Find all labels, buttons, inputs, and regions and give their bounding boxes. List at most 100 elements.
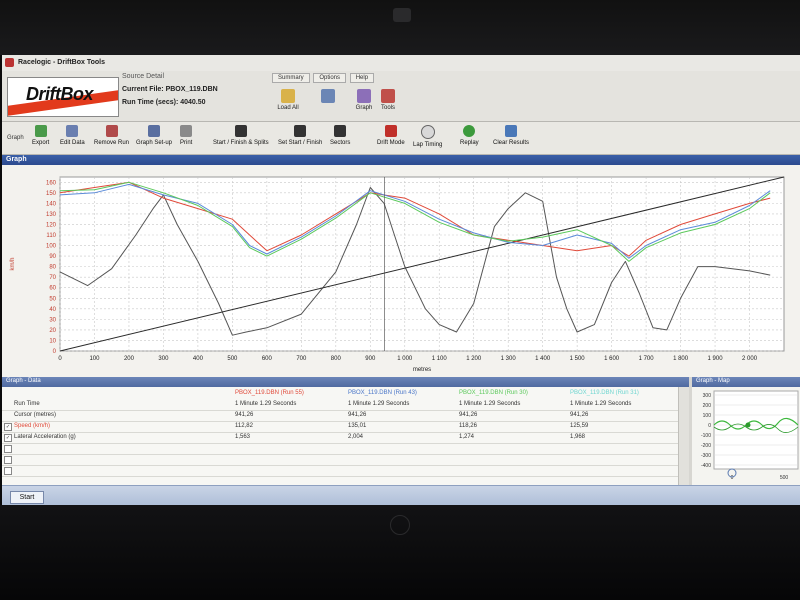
y-tick-label: 80 (49, 265, 56, 271)
column-header-run-31: PBOX_119.DBN (Run 31) (570, 390, 639, 396)
replay-button[interactable]: Replay (460, 125, 479, 153)
current-file-row: Current File: PBOX_119.DBN (122, 86, 267, 93)
clear-results-icon (505, 125, 517, 137)
save-button[interactable] (314, 89, 342, 119)
x-tick-label: 1 500 (570, 356, 586, 362)
cell-value: 1,968 (570, 434, 586, 440)
tab-summary[interactable]: Summary (272, 73, 310, 83)
map-x-tick-label: 0 (731, 475, 734, 481)
set-start-finish-button[interactable]: Set Start / Finish (278, 125, 322, 153)
remove-run-button[interactable]: Remove Run (94, 125, 129, 153)
empty-checkbox[interactable] (4, 445, 12, 453)
row-label: Lateral Acceleration (g) (14, 434, 76, 440)
map-y-tick-label: 200 (703, 403, 712, 409)
map-position-marker (745, 422, 751, 428)
replay-icon (463, 125, 476, 137)
print-icon (180, 125, 193, 137)
start-finish-splits-button[interactable]: Start / Finish & Splits (213, 125, 269, 153)
map-chart[interactable]: 300 200 100 0 -100 -200 -300 -400 0 500 (692, 387, 800, 485)
empty-checkbox[interactable] (4, 467, 12, 475)
sectors-button[interactable]: Sectors (330, 125, 350, 153)
x-tick-label: 500 (227, 356, 238, 362)
y-tick-label: 10 (49, 338, 56, 344)
x-tick-label: 1 200 (466, 356, 482, 362)
graph-toolbar: Graph Export Edit Data Remove Run Graph … (2, 122, 800, 155)
graph-icon (357, 89, 371, 103)
clear-results-button[interactable]: Clear Results (493, 125, 529, 153)
graph-panel[interactable]: 0 10 20 30 40 50 60 70 80 90 100 110 120 130 140 150 160… (2, 165, 800, 377)
graph-setup-label: Graph Set-up (136, 140, 173, 146)
y-tick-label: 120 (46, 222, 57, 228)
x-tick-label: 1 400 (535, 356, 551, 362)
drift-mode-label: Drift Mode (377, 140, 405, 146)
graph-setup-button[interactable]: Graph Set-up (136, 125, 172, 153)
flag-icon (334, 125, 347, 137)
drift-mode-button[interactable]: Drift Mode (377, 125, 405, 153)
cell-value: 112,82 (235, 423, 253, 429)
speed-checkbox[interactable]: ✓ (4, 423, 12, 431)
drift-icon (384, 125, 397, 137)
tab-help[interactable]: Help (349, 73, 375, 83)
print-button[interactable]: Print (180, 125, 192, 153)
map-y-tick-label: 0 (708, 423, 711, 429)
load-all-button[interactable]: Load All (274, 89, 302, 119)
graph-map-panel[interactable]: 300 200 100 0 -100 -200 -300 -400 0 500 (692, 387, 800, 485)
y-tick-label: 30 (49, 317, 56, 323)
cell-value: 941,26 (459, 412, 478, 418)
cell-value: 1,274 (459, 434, 475, 440)
ribbon: DriftBox Source Detail Current File: PBO… (2, 71, 800, 122)
save-icon (321, 89, 335, 103)
x-tick-label: 100 (89, 356, 100, 362)
empty-checkbox[interactable] (4, 456, 12, 464)
graph-header-label: Graph (6, 156, 27, 163)
graph-map-header-label: Graph - Map (696, 378, 730, 384)
x-tick-label: 300 (158, 356, 169, 362)
row-label: Run Time (14, 401, 40, 407)
edit-data-button[interactable]: Edit Data (60, 125, 85, 153)
y-tick-label: 20 (49, 328, 56, 334)
run-time-label: Run Time (secs): (122, 99, 179, 106)
graph-data-header: Graph - Data (2, 377, 689, 387)
clear-results-label: Clear Results (493, 140, 530, 146)
stopwatch-icon (420, 125, 435, 139)
tab-options[interactable]: Options (313, 73, 347, 83)
cell-value: 1 Minute 1.29 Seconds (570, 401, 632, 407)
export-button[interactable]: Export (32, 125, 49, 153)
x-tick-label: 1 000 (397, 356, 413, 362)
window-title: Racelogic - DriftBox Tools (18, 59, 105, 66)
x-tick-label: 1 100 (432, 356, 448, 362)
print-label: Print (180, 140, 193, 146)
graph-label: Graph (355, 105, 373, 111)
x-tick-label: 200 (124, 356, 135, 362)
map-x-tick-label: 500 (780, 475, 789, 481)
replay-label: Replay (460, 140, 479, 146)
lateral-accel-checkbox[interactable]: ✓ (4, 434, 12, 442)
folder-icon (281, 89, 295, 103)
app-icon (5, 58, 14, 67)
start-button[interactable]: Start (10, 491, 44, 504)
map-y-tick-label: -200 (701, 443, 711, 449)
graph-panel-header: Graph (2, 155, 800, 165)
speed-distance-chart[interactable]: 0 10 20 30 40 50 60 70 80 90 100 110 120 130 140 150 160… (2, 165, 800, 377)
run-time-value: 4040.50 (180, 99, 206, 106)
cell-value: 125,59 (570, 423, 589, 429)
y-tick-label: 130 (46, 212, 57, 218)
y-tick-label: 90 (49, 254, 56, 260)
x-tick-label: 1 800 (673, 356, 689, 362)
x-tick-label: 400 (193, 356, 204, 362)
lap-timing-button[interactable]: Lap Timing (413, 125, 442, 153)
graph-data-table: PBOX_119.DBN (Run 55) PBOX_119.DBN (Run … (2, 387, 689, 485)
data-scrollbar[interactable] (678, 387, 689, 485)
row-label: Cursor (metres) (14, 412, 57, 418)
map-y-tick-label: 100 (703, 413, 712, 419)
tools-button[interactable]: Tools (374, 89, 402, 119)
y-tick-label: 100 (46, 244, 57, 250)
cell-value: 118,26 (459, 423, 477, 429)
source-detail: Source Detail Current File: PBOX_119.DBN… (122, 73, 267, 119)
x-tick-label: 1 900 (708, 356, 724, 362)
title-bar: Racelogic - DriftBox Tools (2, 55, 800, 72)
export-icon (34, 125, 47, 137)
monitor-bezel-bottom (0, 505, 800, 600)
edit-icon (66, 125, 79, 137)
y-tick-label: 0 (53, 349, 57, 355)
